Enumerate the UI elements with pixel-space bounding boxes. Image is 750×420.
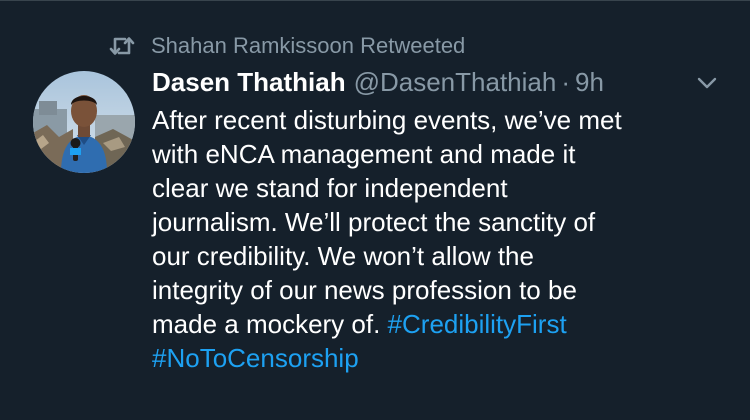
tweet-line: After recent disturbing events, we’ve me… bbox=[152, 105, 622, 135]
tweet-text: After recent disturbing events, we’ve me… bbox=[152, 103, 742, 375]
avatar[interactable] bbox=[33, 71, 135, 173]
tweet-header: Dasen Thathiah @DasenThathiah · 9h bbox=[152, 65, 604, 99]
tweet-line: made a mockery of. bbox=[152, 309, 381, 339]
tweet-line: our credibility. We won’t allow the bbox=[152, 241, 534, 271]
author-display-name[interactable]: Dasen Thathiah bbox=[152, 67, 346, 98]
tweet-line: clear we stand for independent bbox=[152, 173, 508, 203]
tweet-line: with eNCA management and made it bbox=[152, 139, 576, 169]
retweet-label[interactable]: Shahan Ramkissoon Retweeted bbox=[151, 33, 465, 59]
tweet-timestamp[interactable]: 9h bbox=[575, 67, 604, 98]
hashtag-link[interactable]: #NoToCensorship bbox=[152, 343, 359, 373]
tweet-line: integrity of our news profession to be bbox=[152, 275, 577, 305]
author-handle[interactable]: @DasenThathiah bbox=[354, 67, 557, 98]
tweet-line-hashtag: #NoToCensorship bbox=[152, 341, 742, 375]
tweet-line-with-hashtag: made a mockery of. #CredibilityFirst bbox=[152, 307, 742, 341]
tweet-card[interactable]: Shahan Ramkissoon Retweeted Dasen Thathi… bbox=[0, 0, 750, 420]
chevron-down-icon[interactable] bbox=[695, 71, 719, 95]
tweet-line: journalism. We’ll protect the sanctity o… bbox=[152, 207, 596, 237]
hashtag-link[interactable]: #CredibilityFirst bbox=[388, 309, 567, 339]
retweet-icon bbox=[108, 32, 136, 60]
header-separator: · bbox=[561, 66, 570, 97]
retweet-context[interactable]: Shahan Ramkissoon Retweeted bbox=[108, 31, 465, 61]
